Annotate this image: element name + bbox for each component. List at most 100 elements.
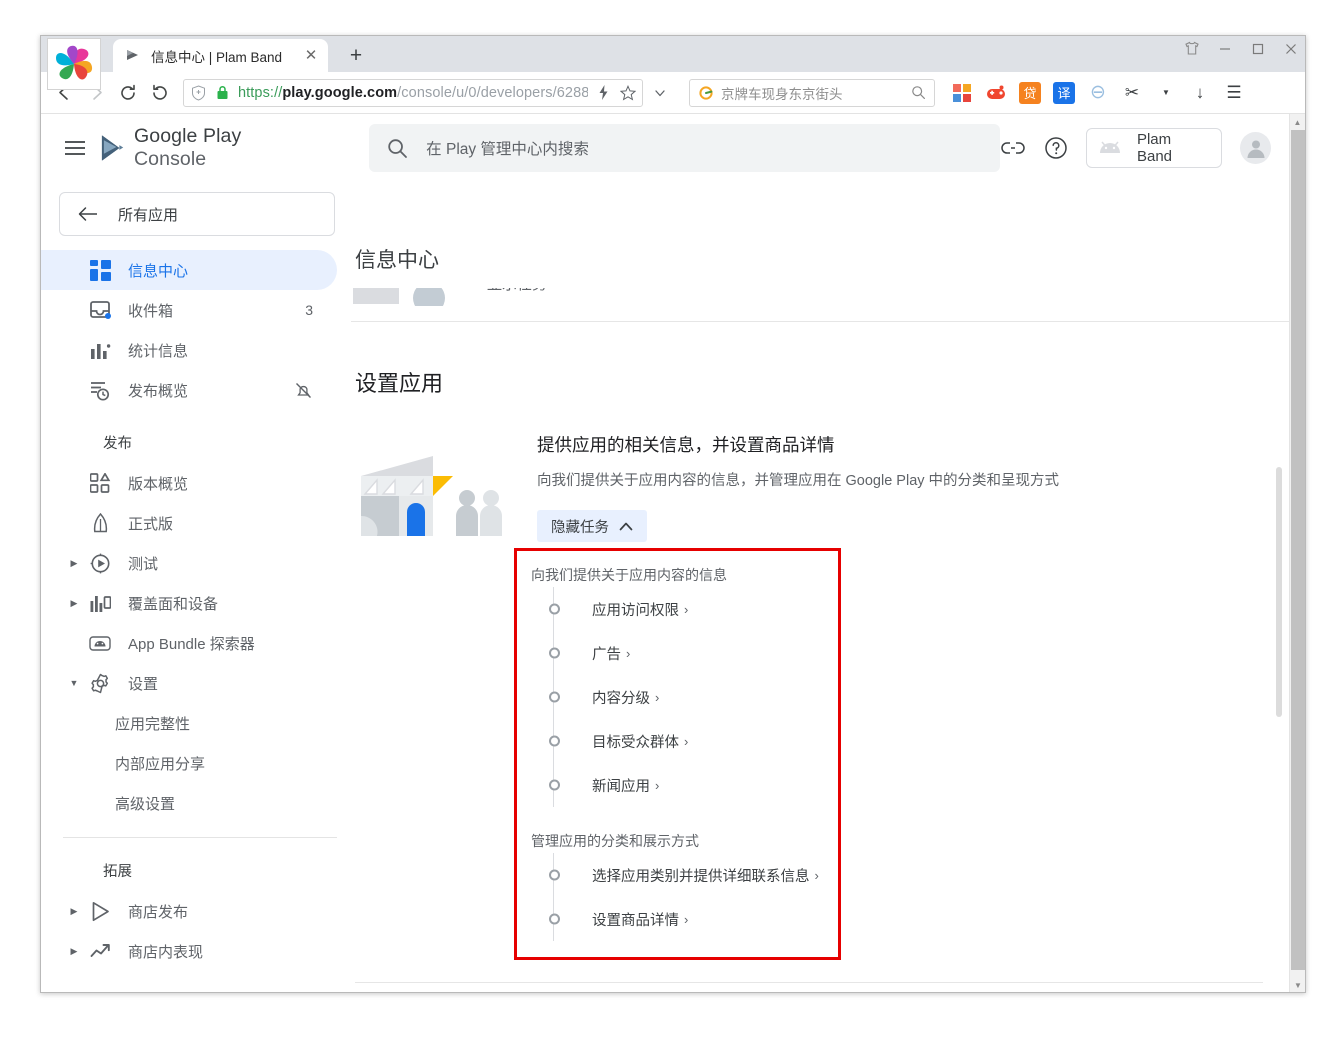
task-link[interactable]: 选择应用类别并提供详细联系信息 › [547,865,819,886]
all-apps-label: 所有应用 [118,206,179,224]
sidebar-group-grow: 拓展 [103,864,132,880]
omnibox-dropdown-button[interactable] [645,78,675,108]
card-description: 向我们提供关于应用内容的信息，并管理应用在 Google Play 中的分类和呈… [537,473,1060,489]
chevron-right-icon[interactable]: ▶ [63,946,85,957]
setup-app-section: 设置应用 提供应用的相关信息，并设置商品详情 向我们提供关于应用内容的信息，并管… [351,322,1291,992]
game-controller-extension-icon[interactable] [985,82,1007,104]
sidebar-item-app-bundle-explorer[interactable]: App Bundle 探索器 [41,623,337,663]
download-extension-icon[interactable]: ↓ [1189,82,1211,104]
block-extension-icon[interactable]: ⊖ [1087,82,1109,104]
task-status-dot-icon [549,647,560,659]
scroll-down-arrow-icon[interactable]: ▼ [1290,977,1305,992]
content-scrollbar[interactable] [1276,467,1282,717]
chevron-right-icon: › [626,645,631,661]
shirt-theme-icon[interactable] [1183,40,1200,57]
chevron-right-icon[interactable]: ▶ [63,598,85,609]
translate-extension-icon[interactable]: 译 [1053,81,1075,104]
sidebar-item-store-performance[interactable]: ▶ 商店内表现 [41,931,337,971]
task-link[interactable]: 内容分级 › [547,687,659,708]
app-selector-chip[interactable]: Plam Band [1085,128,1223,168]
menu-icon[interactable] [57,129,94,167]
sidebar-item-settings[interactable]: ▼ 设置 [41,663,337,703]
close-button[interactable] [1282,40,1299,57]
setup-app-card: 提供应用的相关信息，并设置商品详情 向我们提供关于应用内容的信息，并管理应用在 … [351,432,1291,542]
scrollbar-thumb[interactable] [1291,130,1305,970]
reload-button[interactable] [113,78,143,108]
avatar[interactable] [1240,132,1271,164]
google-play-console-logo[interactable]: Google Play Console [100,125,313,171]
undo-navigation-button[interactable] [145,78,175,108]
search-submit-icon[interactable] [910,84,927,101]
shield-icon[interactable] [190,84,207,101]
new-tab-button[interactable]: + [343,42,369,68]
task-item[interactable]: 广告 › [547,631,838,675]
hide-tasks-label: 隐藏任务 [551,519,609,536]
scroll-up-arrow-icon[interactable]: ▲ [1290,114,1305,130]
dashboard-icon [85,259,115,281]
task-list-categorization: 选择应用类别并提供详细联系信息 › 设置商品详情 › [517,853,838,941]
card-body: 提供应用的相关信息，并设置商品详情 向我们提供关于应用内容的信息，并管理应用在 … [515,432,1291,542]
task-link[interactable]: 设置商品详情 › [547,909,688,930]
sidebar-item-reach-and-devices[interactable]: ▶ 覆盖面和设备 [41,583,337,623]
menu-extension-icon[interactable]: ☰ [1223,82,1245,104]
sidebar-item-inbox[interactable]: 收件箱 3 [41,290,337,330]
task-item[interactable]: 设置商品详情 › [547,897,838,941]
sidebar-item-label: 正式版 [128,515,174,533]
sidebar-item-testing[interactable]: ▶ 测试 [41,543,337,583]
sidebar-item-publishing-overview[interactable]: 发布概览 [41,370,337,410]
card-illustration [355,432,515,542]
task-link[interactable]: 目标受众群体 › [547,731,688,752]
sidebar-primary-nav: 信息中心 收件箱 3 统计信息 发布概览 [41,250,349,410]
coupon-extension-icon[interactable]: 贷 [1019,81,1041,104]
address-bar[interactable]: https://play.google.com/console/u/0/deve… [183,78,643,107]
task-status-dot-icon [549,735,560,747]
reach-devices-icon [85,593,115,614]
task-link[interactable]: 应用访问权限 › [547,599,688,620]
sidebar-item-app-integrity[interactable]: 应用完整性 [41,703,337,743]
task-item[interactable]: 内容分级 › [547,675,838,719]
tab-close-icon[interactable]: ✕ [302,47,320,65]
chevron-right-icon: › [684,601,689,617]
sidebar-item-advanced-settings[interactable]: 高级设置 [41,783,337,823]
browser-scrollbar[interactable]: ▲ ▼ [1289,114,1305,992]
apps-grid-extension-icon[interactable] [951,82,973,104]
hide-tasks-button[interactable]: 隐藏任务 [537,510,647,542]
releases-overview-icon [85,472,115,494]
task-item[interactable]: 新闻应用 › [547,763,838,807]
sidebar-item-dashboard[interactable]: 信息中心 [41,250,337,290]
chevron-down-icon[interactable]: ▼ [63,678,85,688]
star-icon[interactable] [619,84,636,101]
notifications-off-icon[interactable] [294,381,337,400]
chevron-right-icon[interactable]: ▶ [63,558,85,569]
url-text: https://play.google.com/console/u/0/deve… [238,85,588,101]
sidebar-item-store-presence[interactable]: ▶ 商店发布 [41,891,337,931]
task-item[interactable]: 应用访问权限 › [547,587,838,631]
screenshot-extension-icon[interactable]: ✂ [1121,82,1143,104]
link-icon[interactable] [1000,135,1025,161]
help-icon[interactable] [1043,135,1068,161]
sidebar-item-statistics[interactable]: 统计信息 [41,330,337,370]
show-tasks-link[interactable]: 显示任务 [487,288,571,294]
sidebar-item-internal-app-sharing[interactable]: 内部应用分享 [41,743,337,783]
console-search-input[interactable]: 在 Play 管理中心内搜索 [369,124,1001,172]
lightning-icon[interactable] [595,84,612,101]
maximize-button[interactable] [1249,40,1266,57]
all-apps-button[interactable]: 所有应用 [59,192,335,236]
browser-tab[interactable]: 信息中心 | Plam Band ✕ [113,39,328,72]
chevron-right-icon[interactable]: ▶ [63,906,85,917]
task-group-title: 向我们提供关于应用内容的信息 [531,567,727,583]
search-input[interactable]: 京牌车现身东京街头 [689,78,935,107]
sidebar-item-production[interactable]: 正式版 [41,503,337,543]
task-status-dot-icon [549,779,560,791]
minimize-button[interactable] [1216,40,1233,57]
browser-window: 信息中心 | Plam Band ✕ + https://play.google… [40,35,1306,993]
sidebar-item-releases-overview[interactable]: 版本概览 [41,463,337,503]
pinwheel-logo-icon [56,45,93,80]
window-controls [1183,40,1299,57]
task-item[interactable]: 目标受众群体 › [547,719,838,763]
task-link[interactable]: 新闻应用 › [547,775,659,796]
screenshot-dropdown-icon[interactable]: ▼ [1155,82,1177,104]
lock-icon[interactable] [214,84,231,101]
chevron-right-icon: › [814,867,819,883]
task-item[interactable]: 选择应用类别并提供详细联系信息 › [547,853,838,897]
